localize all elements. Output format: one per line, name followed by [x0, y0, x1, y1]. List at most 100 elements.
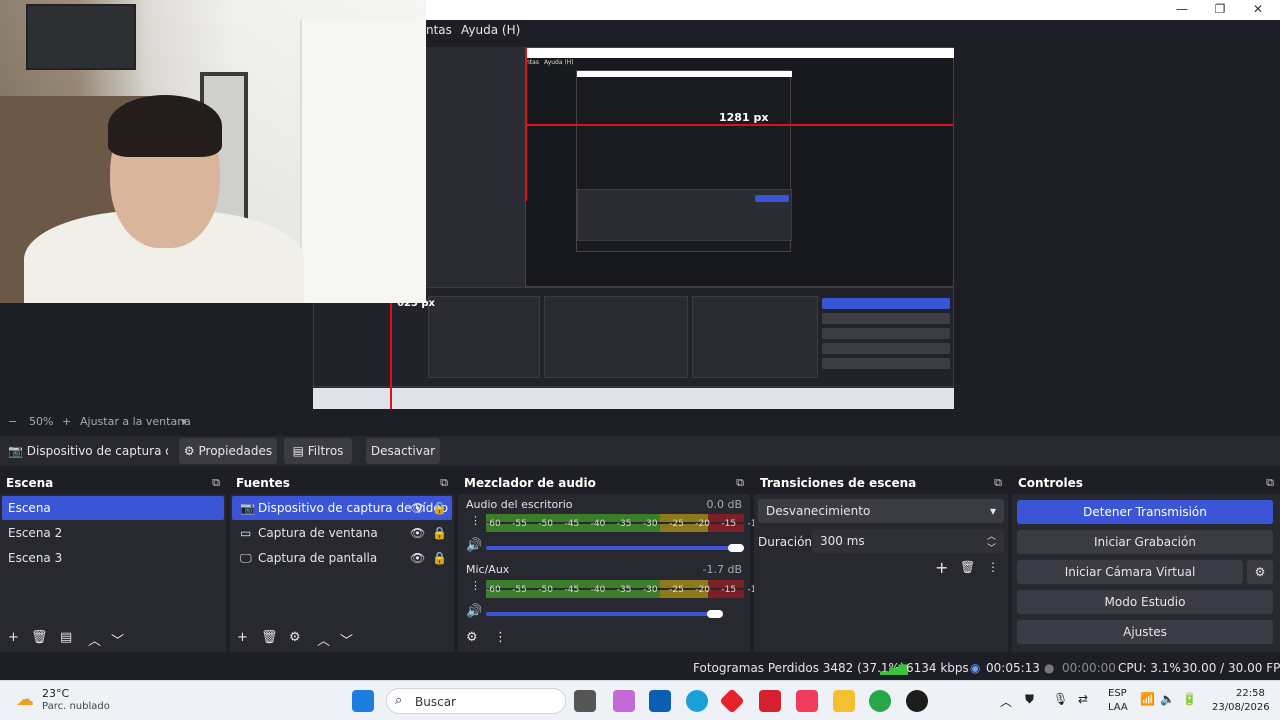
zoom-dropdown-icon[interactable]: ▾ — [181, 415, 187, 428]
store-icon[interactable] — [649, 690, 671, 712]
wifi-icon[interactable]: 📶 — [1140, 692, 1155, 706]
gear-icon[interactable]: ⚙ — [289, 630, 301, 645]
spin-down-icon[interactable]: ﹀ — [987, 537, 996, 561]
zoom-fit-label[interactable]: Ajustar a la ventana — [80, 415, 191, 428]
advanced-audio-icon[interactable]: ⚙ — [466, 630, 478, 645]
menu-item-help[interactable]: Ayuda (H) — [461, 23, 520, 37]
lock-icon[interactable]: 🔒 — [432, 501, 447, 515]
menu-dots-icon[interactable]: ⋮ — [987, 560, 999, 574]
dock-popout-icon[interactable]: ⧉ — [736, 472, 744, 494]
speaker-icon[interactable]: 🔊 — [466, 604, 482, 619]
transition-select[interactable]: Desvanecimiento ▾ — [758, 499, 1004, 523]
sources-dock: Fuentes ⧉ 📷 Dispositivo de captura de ví… — [230, 472, 454, 652]
dock-popout-icon[interactable]: ⧉ — [440, 472, 448, 494]
properties-button[interactable]: ⚙ Propiedades — [179, 438, 277, 464]
menu-dots-icon[interactable]: ⋮ — [494, 630, 507, 645]
eye-icon[interactable]: 👁 — [410, 526, 425, 540]
lock-icon[interactable]: 🔒 — [432, 526, 447, 540]
start-recording-button[interactable]: Iniciar Grabación — [1017, 530, 1273, 554]
dock-popout-icon[interactable]: ⧉ — [1266, 472, 1274, 494]
scale-tick: -50 — [538, 519, 554, 529]
dock-popout-icon[interactable]: ⧉ — [212, 472, 220, 494]
trash-icon[interactable]: 🗑 — [31, 630, 48, 645]
source-label: Captura de pantalla — [258, 551, 378, 565]
filter-icon[interactable]: ▤ — [60, 630, 72, 645]
volume-slider[interactable] — [486, 546, 744, 550]
scene-item[interactable]: Escena 3 — [2, 546, 224, 570]
copilot-icon[interactable] — [613, 690, 635, 712]
anydesk-icon[interactable] — [719, 688, 745, 714]
obs-icon[interactable] — [906, 690, 928, 712]
studio-mode-button[interactable]: Modo Estudio — [1017, 590, 1273, 614]
filters-button[interactable]: ▤ Filtros — [284, 438, 352, 464]
mcafee-icon[interactable] — [759, 690, 781, 712]
language-layout[interactable]: LAA — [1108, 702, 1128, 713]
nested-ctrl-vcam — [822, 328, 950, 339]
sources-title: Fuentes ⧉ — [230, 472, 454, 494]
down-arrow-icon[interactable]: ﹀ — [340, 630, 353, 649]
gear-icon: ⚙ — [1254, 565, 1266, 579]
scene-item[interactable]: Escena — [2, 496, 224, 520]
trash-icon[interactable]: 🗑 — [261, 630, 278, 645]
up-arrow-icon[interactable]: ︿ — [317, 630, 330, 649]
search-icon: ⌕ — [395, 693, 403, 708]
volume-icon[interactable]: 🔈 — [1160, 692, 1175, 706]
scale-tick: -20 — [695, 519, 710, 529]
music-icon[interactable] — [796, 690, 818, 712]
start-virtual-cam-button[interactable]: Iniciar Cámara Virtual — [1017, 560, 1243, 584]
battery-icon[interactable]: 🔋 — [1182, 692, 1197, 706]
stream-time: 00:05:13 — [986, 661, 1040, 675]
language-code[interactable]: ESP — [1108, 688, 1127, 699]
volume-slider-knob[interactable] — [728, 544, 744, 552]
transition-selected-value: Desvanecimiento — [766, 504, 871, 518]
scene-item[interactable]: Escena 2 — [2, 521, 224, 545]
microphone-icon[interactable]: 🎙 — [1053, 692, 1068, 706]
edge-icon[interactable] — [686, 690, 708, 712]
record-time: 00:00:00 — [1062, 661, 1116, 675]
add-icon[interactable]: + — [237, 630, 248, 645]
down-arrow-icon[interactable]: ﹀ — [111, 630, 124, 649]
trash-icon[interactable]: 🗑 — [960, 560, 975, 574]
menu-item-windows[interactable]: ntas — [426, 23, 452, 37]
volume-slider[interactable] — [486, 612, 716, 616]
gear-icon: ⚙ — [183, 444, 195, 458]
scale-tick: -50 — [538, 585, 554, 595]
file-explorer-icon[interactable] — [833, 690, 855, 712]
clock-date[interactable]: 23/08/2026 — [1212, 702, 1270, 713]
zoom-out-button[interactable]: − — [8, 415, 17, 428]
clock-time[interactable]: 22:58 — [1236, 688, 1265, 699]
mixer-footer: ⚙ ⋮ — [458, 626, 750, 652]
scale-tick: -40 — [590, 519, 606, 529]
nested-stop-button — [755, 195, 789, 202]
minimize-button[interactable]: — — [1162, 0, 1202, 20]
taskbar-search[interactable]: ⌕ Buscar — [386, 688, 566, 714]
track-menu-icon[interactable]: ⋮ — [470, 514, 481, 527]
eye-icon[interactable]: 👁 — [410, 501, 425, 515]
settings-button[interactable]: Ajustes — [1017, 620, 1273, 644]
stop-stream-button[interactable]: Detener Transmisión — [1017, 500, 1273, 524]
duration-input[interactable]: 300 ms ︿ ﹀ — [812, 529, 1004, 554]
volume-slider-knob[interactable] — [707, 610, 723, 618]
close-button[interactable]: ✕ — [1238, 0, 1278, 20]
add-icon[interactable]: + — [8, 630, 19, 645]
lock-icon[interactable]: 🔒 — [432, 551, 447, 565]
add-icon[interactable]: + — [935, 558, 948, 577]
chevron-up-icon[interactable]: ︿ — [1000, 693, 1012, 710]
nested-ctrl-stop — [822, 298, 950, 309]
up-arrow-icon[interactable]: ︿ — [88, 630, 101, 649]
virtual-cam-settings-button[interactable]: ⚙ — [1247, 560, 1273, 584]
deactivate-button[interactable]: Desactivar — [366, 438, 440, 464]
windows-start-icon[interactable] — [352, 690, 374, 712]
zoom-in-button[interactable]: + — [62, 415, 71, 428]
eye-icon[interactable]: 👁 — [410, 551, 425, 565]
task-view-icon[interactable] — [574, 690, 596, 712]
dock-popout-icon[interactable]: ⧉ — [994, 472, 1002, 494]
chrome-icon[interactable] — [869, 690, 891, 712]
security-icon[interactable]: ⛊ — [1025, 692, 1034, 707]
signal-bars-icon: ▂▄▆ — [880, 661, 908, 675]
track-menu-icon[interactable]: ⋮ — [470, 579, 481, 592]
fps: 30.00 / 30.00 FPS — [1182, 661, 1280, 675]
network-share-icon[interactable]: ⇄ — [1078, 692, 1088, 706]
maximize-button[interactable]: ❐ — [1200, 0, 1240, 20]
speaker-icon[interactable]: 🔊 — [466, 538, 482, 553]
